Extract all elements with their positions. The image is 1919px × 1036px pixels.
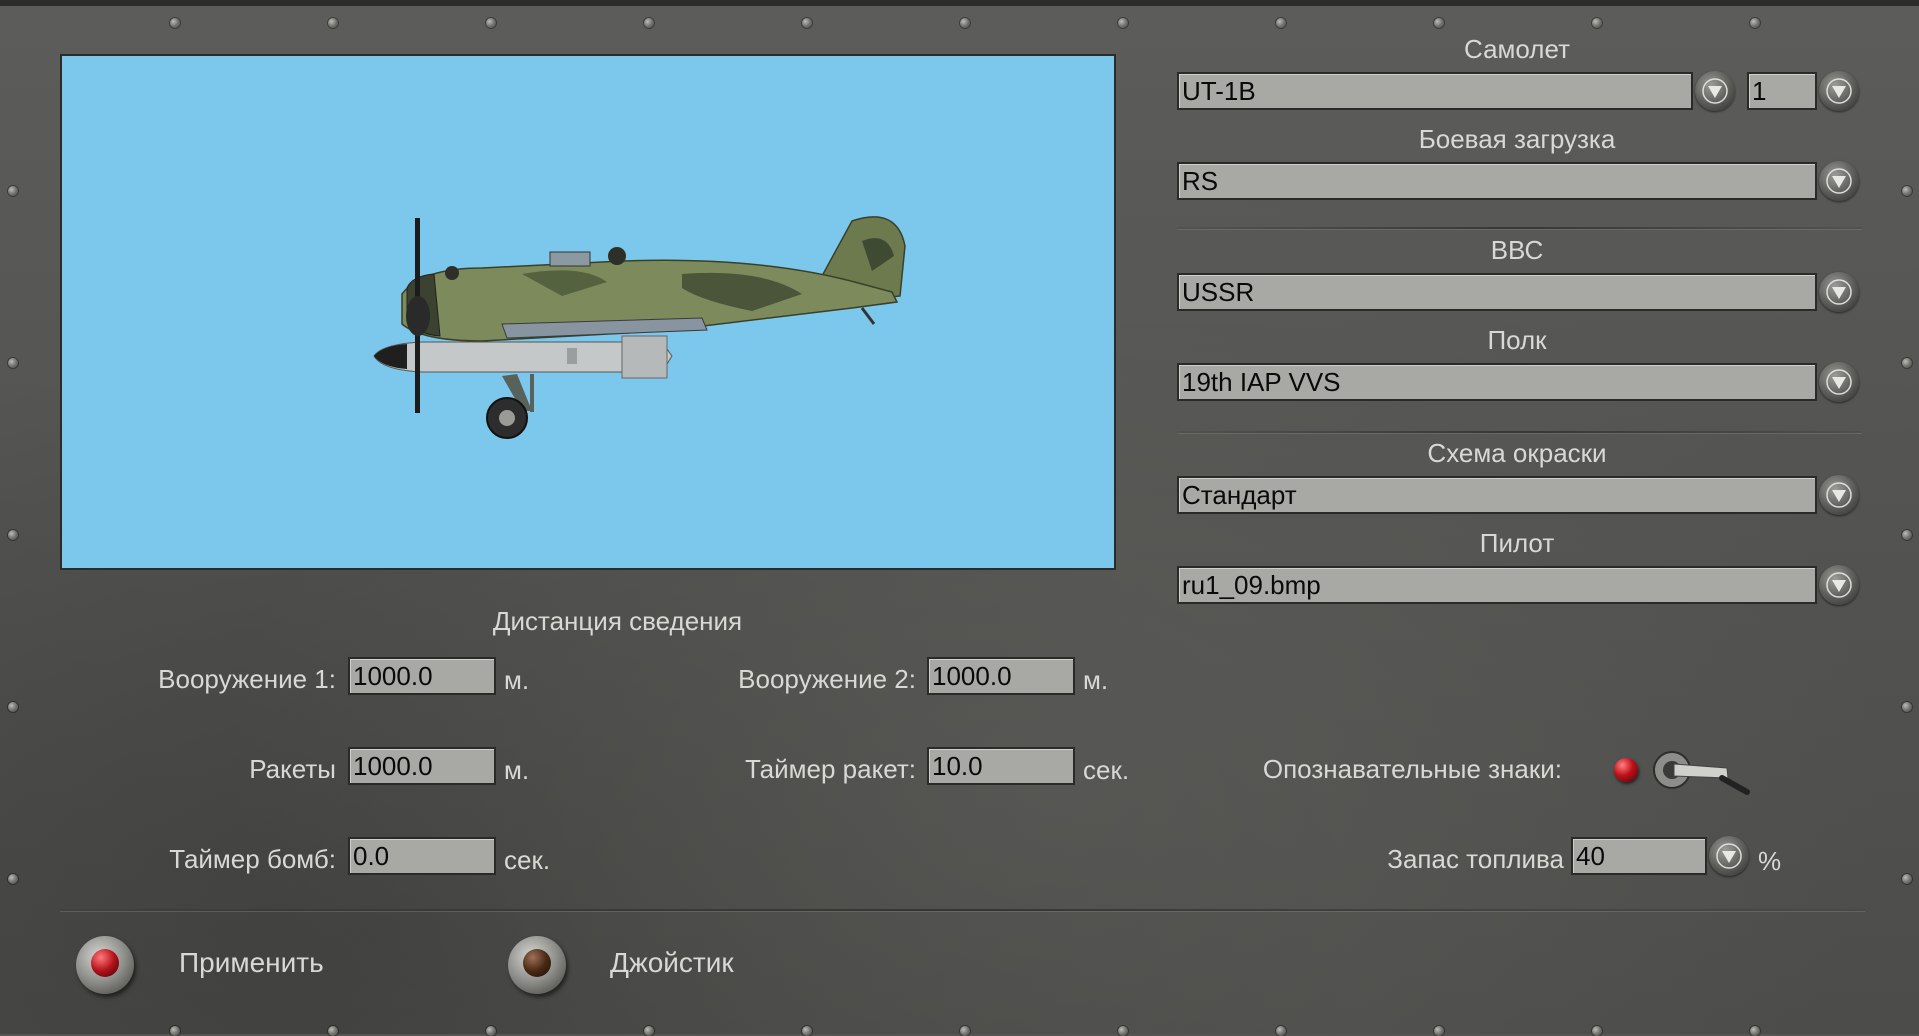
rivet — [1592, 18, 1602, 28]
airforce-title: ВВС — [1490, 235, 1544, 265]
weapon2-unit: м. — [1083, 665, 1109, 695]
bomb-timer-input[interactable]: 0.0 — [348, 837, 496, 875]
chevron-down-icon — [1826, 168, 1852, 194]
markings-toggle-switch[interactable] — [1652, 748, 1752, 798]
markings-label: Опознавательные знаки: — [1262, 754, 1562, 784]
rivet — [486, 18, 496, 28]
weapon1-input[interactable]: 1000.0 — [348, 657, 496, 695]
rockets-label: Ракеты — [249, 754, 336, 784]
skin-title: Схема окраски — [1427, 438, 1607, 468]
aircraft-dropdown-button[interactable] — [1695, 71, 1735, 111]
section-divider — [1177, 431, 1862, 434]
chevron-down-icon — [1716, 843, 1742, 869]
chevron-down-icon — [1826, 369, 1852, 395]
skin-select[interactable]: Стандарт — [1177, 476, 1817, 514]
aircraft-count-dropdown-button[interactable] — [1819, 71, 1859, 111]
rivet — [1434, 1026, 1444, 1036]
aircraft-setup-panel: Самолет UT-1B 1 Боевая загрузка RS ВВС U… — [0, 0, 1919, 1036]
chevron-down-icon — [1702, 78, 1728, 104]
rivet — [802, 1026, 812, 1036]
chevron-down-icon — [1826, 279, 1852, 305]
fuel-unit: % — [1758, 846, 1782, 876]
joystick-label: Джойстик — [610, 947, 734, 978]
rivet — [960, 1026, 970, 1036]
rocket-timer-unit: сек. — [1083, 755, 1130, 785]
fuel-label: Запас топлива — [1387, 844, 1564, 874]
rocket-timer-label: Таймер ракет: — [744, 754, 916, 784]
rockets-unit: м. — [504, 755, 530, 785]
fuel-dropdown-button[interactable] — [1709, 836, 1749, 876]
section-divider — [1177, 227, 1862, 230]
rivet — [486, 1026, 496, 1036]
apply-button-cap — [91, 949, 119, 977]
weapon1-unit: м. — [504, 665, 530, 695]
rivet — [328, 18, 338, 28]
rivet — [8, 358, 18, 368]
rivet — [1902, 874, 1912, 884]
rivet — [1750, 1026, 1760, 1036]
rivet — [170, 1026, 180, 1036]
rivet — [644, 1026, 654, 1036]
aircraft-title: Самолет — [1464, 34, 1570, 64]
weapon1-label: Вооружение 1: — [158, 664, 336, 694]
loadout-select[interactable]: RS — [1177, 162, 1817, 200]
weapon2-label: Вооружение 2: — [738, 664, 916, 694]
regiment-dropdown-button[interactable] — [1819, 362, 1859, 402]
rivet — [802, 18, 812, 28]
airforce-dropdown-button[interactable] — [1819, 272, 1859, 312]
rivet — [644, 18, 654, 28]
loadout-title: Боевая загрузка — [1418, 124, 1616, 154]
rivet — [1750, 18, 1760, 28]
rocket-timer-input[interactable]: 10.0 — [927, 747, 1075, 785]
pilot-dropdown-button[interactable] — [1819, 565, 1859, 605]
apply-button[interactable] — [76, 936, 134, 994]
rivet — [1118, 1026, 1128, 1036]
fuel-select[interactable]: 40 — [1571, 837, 1707, 875]
rivet — [1902, 702, 1912, 712]
chevron-down-icon — [1826, 78, 1852, 104]
rivet — [1902, 530, 1912, 540]
regiment-title: Полк — [1487, 325, 1547, 355]
rivet — [8, 530, 18, 540]
regiment-select[interactable]: 19th IAP VVS — [1177, 363, 1817, 401]
rivet — [1276, 18, 1286, 28]
weapon2-input[interactable]: 1000.0 — [927, 657, 1075, 695]
rivet — [1902, 358, 1912, 368]
aircraft-count-select[interactable]: 1 — [1747, 72, 1817, 110]
skin-dropdown-button[interactable] — [1819, 475, 1859, 515]
rivet — [1276, 1026, 1286, 1036]
chevron-down-icon — [1826, 482, 1852, 508]
rivet — [8, 702, 18, 712]
pilot-select[interactable]: ru1_09.bmp — [1177, 566, 1817, 604]
aircraft-preview — [60, 54, 1116, 570]
airforce-select[interactable]: USSR — [1177, 273, 1817, 311]
aircraft-select[interactable]: UT-1B — [1177, 72, 1693, 110]
rockets-input[interactable]: 1000.0 — [348, 747, 496, 785]
bomb-timer-label: Таймер бомб: — [169, 844, 336, 874]
rivet — [1902, 186, 1912, 196]
rivet — [1118, 18, 1128, 28]
rivet — [960, 18, 970, 28]
pilot-title: Пилот — [1479, 528, 1555, 558]
joystick-button[interactable] — [508, 936, 566, 994]
joystick-button-cap — [523, 949, 551, 977]
toggle-switch-icon — [1653, 751, 1750, 795]
bottom-divider — [60, 909, 1865, 912]
loadout-dropdown-button[interactable] — [1819, 161, 1859, 201]
apply-label: Применить — [179, 947, 324, 978]
rivet — [1434, 18, 1444, 28]
rivet — [170, 18, 180, 28]
bomb-timer-unit: сек. — [504, 845, 551, 875]
rivet — [8, 186, 18, 196]
rivet — [8, 874, 18, 884]
aircraft-model-image — [373, 216, 906, 439]
rivet — [1592, 1026, 1602, 1036]
convergence-title: Дистанция сведения — [492, 606, 743, 636]
chevron-down-icon — [1826, 572, 1852, 598]
rivet — [328, 1026, 338, 1036]
markings-indicator-light — [1614, 758, 1638, 782]
